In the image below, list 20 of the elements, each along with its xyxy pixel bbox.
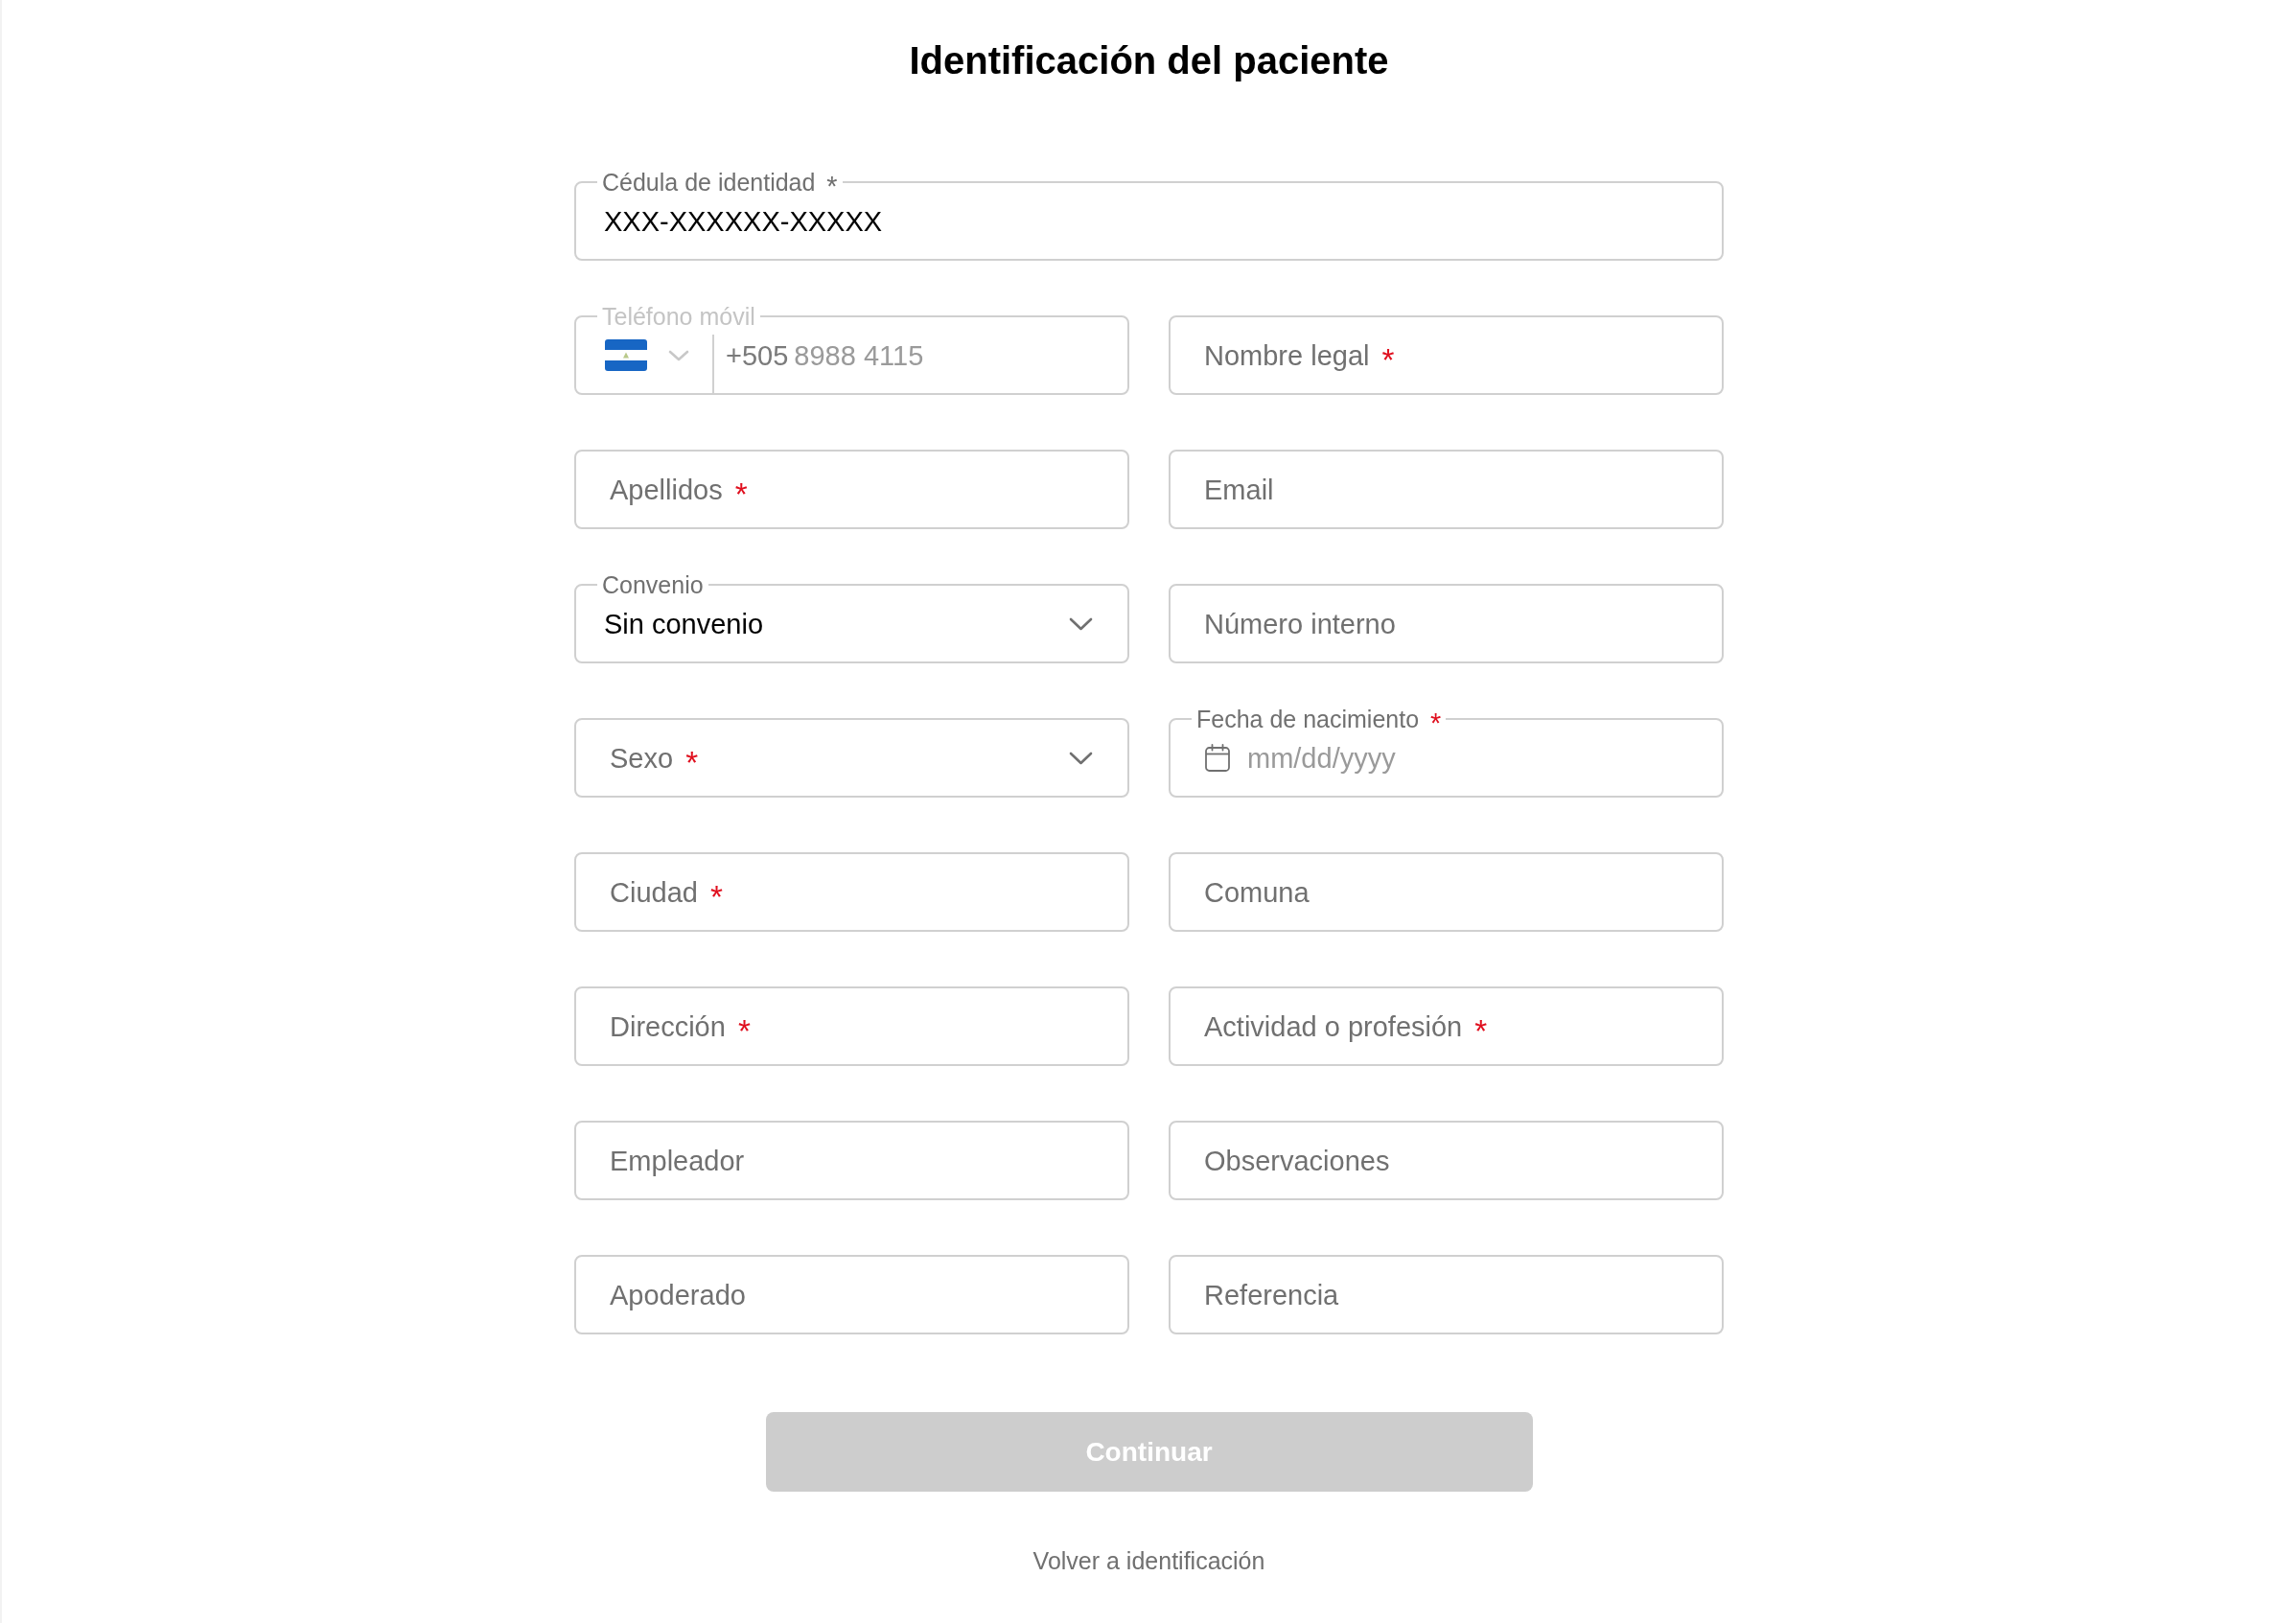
text-field[interactable]: Referencia: [1169, 1255, 1724, 1334]
text-field[interactable]: Empleador: [574, 1121, 1129, 1200]
text-field[interactable]: Email: [1169, 450, 1724, 529]
chevron-down-icon: [668, 349, 689, 361]
chevron-down-icon: [1069, 616, 1093, 631]
text-field[interactable]: Observaciones: [1169, 1121, 1724, 1200]
text-field[interactable]: Comuna: [1169, 852, 1724, 932]
text-field[interactable]: Apellidos *: [574, 450, 1129, 529]
flag-icon: [605, 339, 647, 371]
select-field[interactable]: Sexo *: [574, 718, 1129, 798]
chevron-down-icon: [1069, 751, 1093, 765]
text-field[interactable]: Actividad o profesión *: [1169, 986, 1724, 1066]
text-field[interactable]: Apoderado: [574, 1255, 1129, 1334]
text-field[interactable]: Nombre legal *: [1169, 315, 1724, 395]
calendar-icon: [1205, 744, 1230, 772]
back-link[interactable]: Volver a identificación: [1032, 1546, 1265, 1575]
text-field[interactable]: Dirección *: [574, 986, 1129, 1066]
page-title: Identificación del paciente: [909, 38, 1389, 83]
text-field[interactable]: Ciudad *: [574, 852, 1129, 932]
text-field[interactable]: Número interno: [1169, 584, 1724, 663]
